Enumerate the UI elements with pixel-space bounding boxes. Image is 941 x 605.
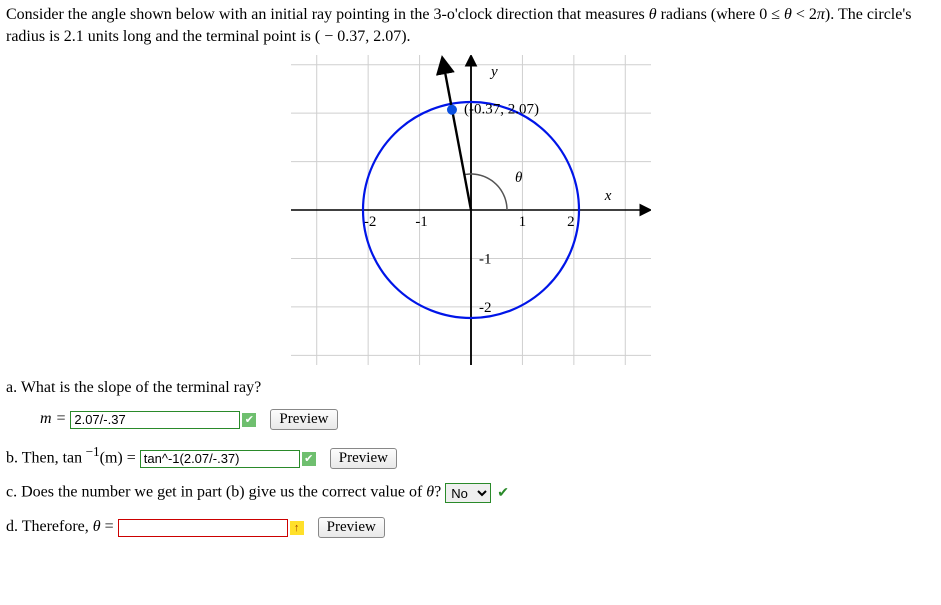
question-d-label-2: =	[101, 519, 118, 536]
check-icon: ✔	[302, 452, 316, 466]
svg-text:x: x	[603, 188, 611, 204]
svg-text:-2: -2	[479, 300, 492, 316]
chart-container: -2 -1 1 2 -1 -2 x y θ (-0.37, 2.07)	[6, 55, 935, 365]
theta-symbol-3: θ	[426, 484, 434, 501]
svg-text:1: 1	[518, 214, 526, 230]
answer-d-input[interactable]	[118, 519, 288, 537]
theta-symbol-4: θ	[93, 519, 101, 536]
question-a: a. What is the slope of the terminal ray…	[6, 379, 935, 430]
svg-text:θ: θ	[515, 170, 523, 186]
check-icon: ✔	[497, 486, 509, 501]
svg-text:y: y	[489, 64, 498, 80]
question-a-label: a. What is the slope of the terminal ray…	[6, 379, 935, 397]
svg-text:-1: -1	[415, 214, 428, 230]
svg-text:-1: -1	[479, 252, 492, 268]
check-icon: ✔	[242, 413, 256, 427]
svg-text:2: 2	[567, 214, 575, 230]
question-b-exp: −1	[82, 444, 100, 459]
question-b-label-1: b. Then, tan	[6, 450, 82, 467]
svg-text:-2: -2	[363, 214, 376, 230]
answer-c-select[interactable]: ?YesNo	[445, 483, 491, 503]
theta-symbol-2: θ	[784, 6, 792, 23]
question-c-label-2: ?	[434, 484, 441, 501]
question-c-label-1: c. Does the number we get in part (b) gi…	[6, 484, 426, 501]
preview-button-a[interactable]: Preview	[270, 409, 337, 430]
question-d: d. Therefore, θ = ↑ Preview	[6, 517, 935, 538]
theta-symbol-1: θ	[649, 6, 657, 23]
question-d-label-1: d. Therefore,	[6, 519, 93, 536]
intro-part1: Consider the angle shown below with an i…	[6, 6, 649, 23]
svg-text:(-0.37, 2.07): (-0.37, 2.07)	[463, 102, 538, 118]
m-equals: m =	[40, 410, 70, 427]
preview-button-b[interactable]: Preview	[330, 448, 397, 469]
answer-a-input[interactable]	[70, 411, 240, 429]
preview-button-d[interactable]: Preview	[318, 517, 385, 538]
pi-symbol: π	[817, 6, 825, 23]
intro-part2: radians (where 0 ≤	[657, 6, 784, 23]
question-b-label-2: (m) =	[100, 450, 140, 467]
problem-statement: Consider the angle shown below with an i…	[6, 4, 935, 47]
intro-part3: < 2	[792, 6, 817, 23]
warning-icon: ↑	[290, 521, 304, 535]
answer-b-input[interactable]	[140, 450, 300, 468]
question-c: c. Does the number we get in part (b) gi…	[6, 483, 935, 503]
question-b: b. Then, tan −1(m) = ✔ Preview	[6, 444, 935, 469]
angle-chart: -2 -1 1 2 -1 -2 x y θ (-0.37, 2.07)	[291, 55, 651, 365]
